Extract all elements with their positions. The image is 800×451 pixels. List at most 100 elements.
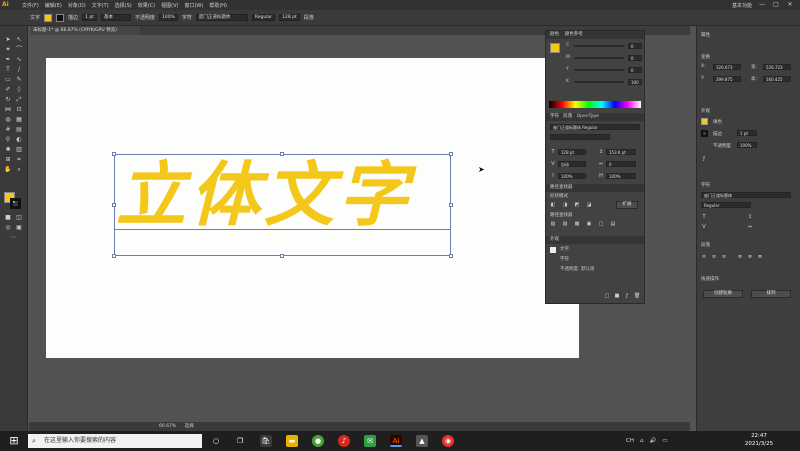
windows-start-icon[interactable]: ⊞	[8, 435, 20, 447]
close-button[interactable]: ✕	[786, 2, 794, 8]
y-field[interactable]: 299.875	[713, 76, 741, 82]
browser-icon[interactable]: ●	[312, 435, 324, 447]
channel-k-field[interactable]: 100	[628, 79, 642, 85]
taskbar-clock[interactable]: 22:47 2021/3/25	[734, 433, 784, 449]
add-fill-icon[interactable]: ■	[614, 293, 620, 299]
create-outlines-button[interactable]: 创建轮廓	[703, 290, 743, 298]
x-field[interactable]: 326.673	[713, 64, 741, 70]
appearance-tab-label[interactable]: 外观	[550, 237, 559, 242]
curvature-tool-icon[interactable]: ∿	[15, 56, 23, 63]
font-family-dropdown[interactable]: 庞门正道标题体	[195, 14, 248, 21]
color-tab-label[interactable]: 颜色	[550, 32, 559, 37]
screen-mode-icon[interactable]: ▣	[15, 224, 23, 231]
width-tool-icon[interactable]: ⋈	[4, 106, 12, 113]
mesh-tool-icon[interactable]: #	[4, 126, 12, 133]
minimize-button[interactable]: —	[758, 2, 766, 8]
illustrator-taskbar-icon[interactable]: Ai	[390, 435, 402, 447]
appearance-fill-swatch[interactable]	[701, 118, 708, 125]
menu-object[interactable]: 对象(O)	[68, 2, 86, 9]
hand-tool-icon[interactable]: ✋	[4, 166, 12, 173]
channel-m-field[interactable]: 0	[628, 55, 642, 61]
appearance-item-opacity[interactable]: 不透明度: 默认值	[560, 267, 594, 273]
handle-top-right[interactable]	[449, 152, 453, 156]
char-style-dropdown[interactable]	[550, 134, 610, 140]
network-icon[interactable]: ⌂	[640, 438, 644, 444]
crop-icon[interactable]: ▣	[586, 221, 592, 227]
stroke-swatch[interactable]	[56, 13, 65, 22]
fill-swatch[interactable]	[44, 13, 53, 22]
opentype-tab-label[interactable]: OpenType	[577, 114, 599, 119]
menu-effect[interactable]: 效果(C)	[138, 2, 155, 9]
rotate-tool-icon[interactable]: ↻	[4, 96, 12, 103]
channel-c-field[interactable]: 0	[628, 43, 642, 49]
free-transform-tool-icon[interactable]: ⊡	[15, 106, 23, 113]
font-size-field[interactable]: 128 pt	[279, 14, 300, 21]
rd-style-dropdown[interactable]: Regular	[701, 202, 751, 208]
blend-tool-icon[interactable]: ◐	[15, 136, 23, 143]
stroke-color-icon[interactable]	[10, 198, 21, 209]
character-label[interactable]: 字符	[182, 14, 192, 21]
taskbar-search-input[interactable]: ⌕ 在这里输入你要搜索的内容	[28, 434, 202, 448]
handle-top-left[interactable]	[112, 152, 116, 156]
para-tab-label[interactable]: 段落	[563, 114, 572, 119]
character-panel-tab[interactable]: 字符 段落 OpenType	[546, 113, 644, 121]
merge-icon[interactable]: ▩	[574, 221, 580, 227]
opacity-field[interactable]: 100%	[158, 14, 178, 21]
channel-y-slider[interactable]	[574, 69, 624, 71]
handle-middle-left[interactable]	[112, 203, 116, 207]
stroke-weight-field[interactable]: 1 pt	[82, 14, 97, 21]
exclude-icon[interactable]: ◪	[586, 202, 592, 208]
appearance-stroke-field[interactable]: 1 pt	[737, 130, 757, 136]
pathfinder-panel-tab[interactable]: 路径查找器	[546, 184, 644, 192]
paragraph-label[interactable]: 段落	[304, 14, 314, 21]
shape-builder-tool-icon[interactable]: ◍	[4, 116, 12, 123]
maximize-button[interactable]: □	[772, 2, 780, 8]
color-panel-tab[interactable]: 颜色 颜色参考	[546, 31, 644, 39]
line-tool-icon[interactable]: /	[15, 66, 23, 73]
channel-c-slider[interactable]	[574, 45, 624, 47]
pencil-tool-icon[interactable]: ✐	[4, 86, 12, 93]
h-field[interactable]: 160.425	[763, 76, 791, 82]
unite-icon[interactable]: ◧	[550, 202, 556, 208]
channel-k-slider[interactable]	[574, 81, 624, 83]
document-tab[interactable]: 未标题-1* @ 66.67% (CMYK/GPU 预览)	[30, 26, 140, 35]
menu-type[interactable]: 文字(T)	[92, 2, 109, 9]
color-spectrum[interactable]	[549, 101, 641, 108]
direct-selection-tool-icon[interactable]: ↖	[15, 36, 23, 43]
add-stroke-icon[interactable]: □	[604, 293, 610, 299]
volume-icon[interactable]: 🔊	[649, 438, 656, 444]
gradient-tool-icon[interactable]: ▤	[15, 126, 23, 133]
chat-app-icon[interactable]: ✉	[364, 435, 376, 447]
trim-icon[interactable]: ▨	[562, 221, 568, 227]
menu-view[interactable]: 视图(V)	[161, 2, 178, 9]
recorder-app-icon[interactable]: ◉	[442, 435, 454, 447]
store-icon[interactable]: 🛍	[260, 435, 272, 447]
fx-icon[interactable]: ƒ	[624, 293, 630, 299]
symbol-sprayer-tool-icon[interactable]: ✺	[4, 146, 12, 153]
appearance-panel-tab[interactable]: 外观	[546, 236, 644, 244]
arrange-button[interactable]: 排列	[751, 290, 791, 298]
draw-mode-icon[interactable]: ◎	[4, 224, 12, 231]
minus-back-icon[interactable]: ▤	[610, 221, 616, 227]
handle-top-middle[interactable]	[280, 152, 284, 156]
fx-icon[interactable]: ƒ	[701, 156, 707, 162]
divide-icon[interactable]: ▧	[550, 221, 556, 227]
delete-icon[interactable]: 🗑	[634, 293, 640, 299]
char-hscale-field[interactable]: 100%	[606, 173, 636, 179]
workspace-switcher[interactable]: 基本功能	[732, 2, 752, 9]
justify-all-icon[interactable]: ≣	[757, 254, 763, 260]
menu-edit[interactable]: 编辑(E)	[45, 2, 62, 9]
selection-bounding-box[interactable]	[112, 152, 453, 258]
channel-y-field[interactable]: 0	[628, 67, 642, 73]
handle-bottom-left[interactable]	[112, 254, 116, 258]
lasso-tool-icon[interactable]: ⌒	[15, 46, 23, 53]
justify-center-icon[interactable]: ≣	[747, 254, 753, 260]
expand-button[interactable]: 扩展	[616, 201, 638, 209]
rd-font-dropdown[interactable]: 庞门正道标题体	[701, 192, 791, 198]
char-kerning-field[interactable]: 自动	[558, 161, 586, 167]
brush-dropdown[interactable]: 基本	[100, 14, 131, 21]
align-left-icon[interactable]: ≡	[701, 254, 707, 260]
perspective-grid-tool-icon[interactable]: ▦	[15, 116, 23, 123]
more-tools-icon[interactable]: ⋯	[9, 234, 17, 241]
char-leading-field[interactable]: 153.6 pt	[606, 149, 636, 155]
